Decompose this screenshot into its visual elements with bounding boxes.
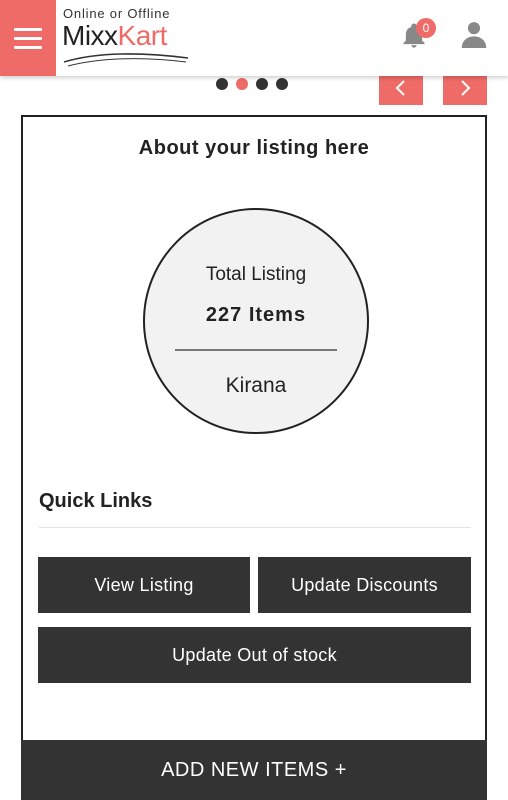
menu-icon-bar: [14, 45, 42, 49]
listing-card: About your listing here Total Listing 22…: [21, 115, 487, 800]
listing-summary-circle: Total Listing 227 Items Kirana: [143, 208, 369, 434]
menu-icon-bar: [14, 36, 42, 40]
total-listing-label: Total Listing: [205, 264, 307, 285]
carousel-dot[interactable]: [216, 78, 228, 90]
logo-swoosh-icon: [63, 53, 189, 67]
circle-divider: [175, 349, 337, 351]
listing-card-title: About your listing here: [138, 137, 370, 159]
view-listing-button[interactable]: View Listing: [38, 557, 250, 613]
carousel-dot-active[interactable]: [236, 78, 248, 90]
add-new-items-button[interactable]: ADD NEW ITEMS +: [21, 740, 487, 800]
chevron-right-icon: [461, 79, 471, 96]
carousel-indicators: [216, 78, 288, 90]
logo-wordmark: MixxKart: [62, 20, 167, 52]
logo-brand-part2: Kart: [117, 20, 168, 51]
logo-tagline: Online or Offline: [63, 6, 171, 21]
menu-icon-bar: [14, 27, 42, 31]
app-header: Online or Offline MixxKart 0: [0, 0, 508, 76]
carousel-dot[interactable]: [256, 78, 268, 90]
menu-button[interactable]: [0, 0, 56, 76]
quick-links-title: Quick Links: [39, 490, 153, 512]
logo-brand-part1: Mixx: [62, 20, 118, 51]
carousel-dot[interactable]: [276, 78, 288, 90]
total-listing-value: 227 Items: [205, 304, 307, 326]
notification-badge[interactable]: 0: [416, 18, 436, 38]
update-discounts-button[interactable]: Update Discounts: [258, 557, 471, 613]
update-out-of-stock-button[interactable]: Update Out of stock: [38, 627, 471, 683]
user-icon[interactable]: [460, 20, 488, 48]
quick-links-divider: [39, 527, 471, 528]
listing-category: Kirana: [225, 374, 287, 397]
brand-logo[interactable]: Online or Offline MixxKart: [62, 4, 192, 70]
chevron-left-icon: [395, 79, 405, 96]
